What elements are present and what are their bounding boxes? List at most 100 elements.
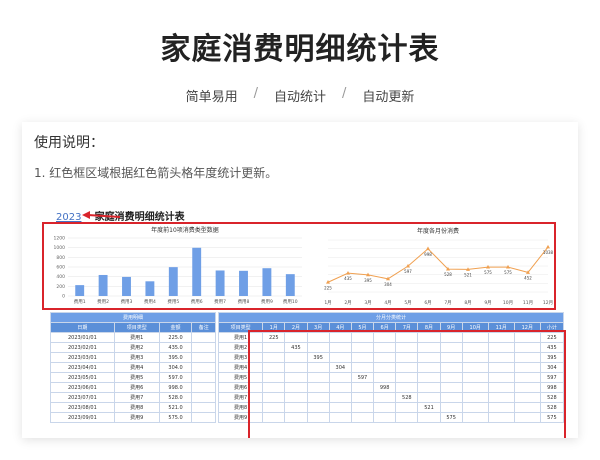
table-cell[interactable]: 费用8: [113, 402, 160, 413]
line-chart: 年度各月份消费 225 1月 435 2月 395 3月 304 4月 597 5月 998 6月 528…: [324, 227, 553, 306]
line-x-tick-label: 9月: [484, 300, 491, 306]
bar-mark: [239, 270, 248, 296]
table-cell[interactable]: 225.0: [158, 332, 193, 343]
bar-mark: [75, 285, 85, 296]
left-table-column-header: 项目类型: [113, 322, 160, 333]
usage-step: 1. 红色框区域根据红色箭头格年度统计更新。: [34, 166, 278, 180]
table-cell[interactable]: 2023/01/01: [50, 332, 115, 343]
line-data-label: 998: [424, 252, 432, 257]
line-point: [426, 246, 430, 251]
bar-mark: [98, 274, 108, 296]
table-cell[interactable]: 528.0: [158, 392, 193, 403]
tagline: 简单易用 / 自动统计 / 自动更新: [0, 86, 600, 105]
table-cell[interactable]: [191, 392, 216, 403]
line-x-tick-label: 7月: [444, 300, 451, 306]
table-row: 2023/07/01 费用7 528.0: [50, 392, 216, 403]
line-x-tick-label: 8月: [464, 300, 471, 306]
table-cell[interactable]: 2023/08/01: [50, 402, 115, 413]
line-data-label: 304: [384, 282, 392, 287]
table-cell[interactable]: [191, 362, 216, 373]
bar-chart: 年度前10项消费类型数据 0 200 400 600 800 1000 1200 费用1 费用2 费…: [54, 226, 302, 305]
expense-detail-table: 费用明细 日期 项目类型 金额 备注 2023/01/01 费用1 225.0 2023/0…: [50, 312, 216, 423]
bar-mark: [122, 276, 131, 296]
table-row: 2023/06/01 费用6 998.0: [50, 382, 216, 393]
table-cell[interactable]: 费用5: [113, 372, 160, 383]
bar-mark: [285, 274, 295, 296]
bar-mark: [192, 247, 202, 296]
line-x-tick-label: 6月: [424, 300, 431, 306]
table-cell[interactable]: 费用9: [113, 412, 160, 423]
bar-mark: [145, 281, 155, 296]
table-cell[interactable]: 费用7: [113, 392, 160, 403]
table-cell[interactable]: 2023/05/01: [50, 372, 115, 383]
arrow-icon: [82, 211, 121, 219]
table-cell[interactable]: 2023/07/01: [50, 392, 115, 403]
preview-card: 使用说明： 1. 红色框区域根据红色箭头格年度统计更新。 2023 家庭消费明细…: [22, 122, 578, 438]
bar-x-tick-label: 费用9: [261, 298, 273, 305]
table-cell[interactable]: 597.0: [158, 372, 193, 383]
table-cell[interactable]: 费用4: [113, 362, 160, 373]
table-cell[interactable]: [191, 382, 216, 393]
line-data-label: 575: [484, 270, 492, 275]
line-data-label: 521: [464, 272, 472, 277]
table-cell[interactable]: 2023/03/01: [50, 352, 115, 363]
table-cell[interactable]: 2023/02/01: [50, 342, 115, 353]
line-data-label: 435: [344, 276, 352, 281]
bar-x-tick-label: 费用7: [214, 298, 226, 305]
table-cell[interactable]: 费用6: [113, 382, 160, 393]
left-table-column-header: 日期: [50, 322, 115, 333]
bar-y-tick-label: 1200: [54, 236, 66, 242]
table-cell[interactable]: 2023/04/01: [50, 362, 115, 373]
line-point: [346, 270, 350, 275]
line-data-label: 597: [404, 269, 412, 274]
left-table-band: 费用明细: [50, 312, 216, 323]
line-data-label: 225: [324, 285, 332, 290]
table-cell[interactable]: 521.0: [158, 402, 193, 413]
table-cell[interactable]: 435.0: [158, 342, 193, 353]
bar-x-tick-label: 费用4: [144, 298, 156, 305]
bar-mark: [168, 267, 178, 296]
table-cell[interactable]: 费用3: [113, 352, 160, 363]
bar-mark: [215, 270, 225, 296]
table-cell[interactable]: 575.0: [158, 412, 193, 423]
table-cell[interactable]: [191, 412, 216, 423]
table-cell[interactable]: [191, 332, 216, 343]
line-series: [327, 246, 549, 283]
table-cell[interactable]: [191, 402, 216, 413]
table-cell[interactable]: 304.0: [158, 362, 193, 373]
table-cell[interactable]: 费用1: [113, 332, 160, 343]
line-point: [546, 244, 550, 249]
line-x-tick-label: 5月: [404, 300, 411, 306]
line-data-label: 575: [504, 270, 512, 275]
right-table-band: 分月分类统计: [218, 312, 564, 323]
table-cell[interactable]: 2023/09/01: [50, 412, 115, 423]
table-cell[interactable]: 费用2: [113, 342, 160, 353]
bar-y-tick-label: 600: [56, 265, 65, 271]
table-row: 2023/08/01 费用8 521.0: [50, 402, 216, 413]
line-data-label: 528: [444, 272, 452, 277]
tag-easy: 简单易用: [185, 90, 238, 105]
table-cell[interactable]: [191, 352, 216, 363]
table-cell[interactable]: [191, 342, 216, 353]
table-cell[interactable]: 2023/06/01: [50, 382, 115, 393]
bar-chart-title: 年度前10项消费类型数据: [151, 226, 219, 234]
left-table-column-header: 金额: [158, 322, 193, 333]
bar-x-tick-label: 费用2: [97, 298, 109, 305]
table-row: 2023/05/01 费用5 597.0: [50, 372, 216, 383]
bar-x-tick-label: 费用6: [191, 298, 203, 305]
line-x-tick-label: 11月: [523, 300, 533, 306]
bar-y-tick-label: 400: [56, 274, 65, 280]
table-row: 2023/09/01 费用9 575.0: [50, 412, 216, 423]
table-row: 2023/04/01 费用4 304.0: [50, 362, 216, 373]
table-cell[interactable]: [191, 372, 216, 383]
table-row: 2023/01/01 费用1 225.0: [50, 332, 216, 343]
line-data-label: 452: [524, 275, 532, 280]
line-x-tick-label: 4月: [384, 300, 391, 306]
table-row: 2023/03/01 费用3 395.0: [50, 352, 216, 363]
line-x-tick-label: 3月: [364, 300, 371, 306]
bar-y-tick-label: 200: [56, 284, 65, 290]
table-cell[interactable]: 395.0: [158, 352, 193, 363]
table-cell[interactable]: 998.0: [158, 382, 193, 393]
line-data-label: 395: [364, 278, 372, 283]
bar-x-tick-label: 费用3: [121, 298, 133, 305]
